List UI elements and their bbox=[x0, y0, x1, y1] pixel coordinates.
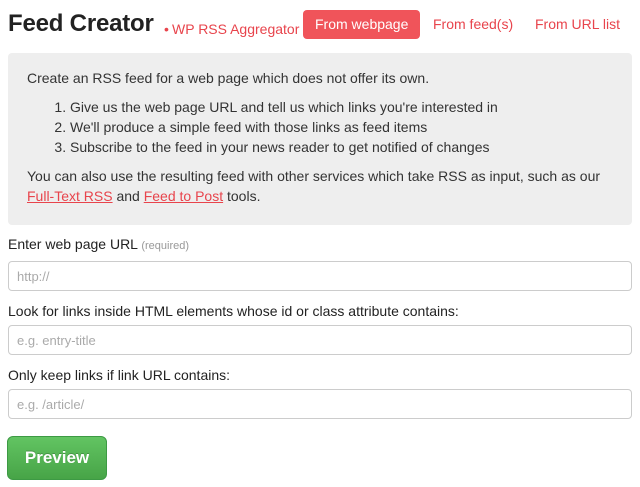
wp-rss-aggregator-link[interactable]: WP RSS Aggregator bbox=[172, 21, 299, 37]
full-text-rss-link[interactable]: Full-Text RSS bbox=[27, 188, 113, 204]
steps-list: Give us the web page URL and tell us whi… bbox=[27, 97, 612, 157]
url-field-label: Enter web page URL (required) bbox=[8, 236, 189, 252]
list-item: Subscribe to the feed in your news reade… bbox=[70, 137, 612, 157]
feed-creator-page: Feed Creator • WP RSS Aggregator From we… bbox=[0, 0, 640, 487]
feed-to-post-link[interactable]: Feed to Post bbox=[144, 188, 223, 204]
required-hint: (required) bbox=[141, 240, 190, 252]
intro-also-suffix: tools. bbox=[227, 188, 261, 204]
intro-also-and: and bbox=[116, 188, 140, 204]
intro-also: You can also use the resulting feed with… bbox=[27, 166, 612, 206]
intro-also-prefix: You can also use the resulting feed with… bbox=[27, 168, 601, 184]
preview-button[interactable]: Preview bbox=[7, 436, 107, 480]
url-label-text: Enter web page URL bbox=[8, 236, 138, 252]
url-contains-input[interactable] bbox=[8, 389, 632, 419]
tab-from-url-list[interactable]: From URL list bbox=[535, 10, 620, 39]
list-item: We'll produce a simple feed with those l… bbox=[70, 117, 612, 137]
tab-from-feeds[interactable]: From feed(s) bbox=[433, 10, 513, 39]
title-separator: • bbox=[164, 21, 169, 37]
elements-input[interactable] bbox=[8, 325, 632, 355]
intro-lead: Create an RSS feed for a web page which … bbox=[27, 70, 430, 86]
header: Feed Creator • WP RSS Aggregator From we… bbox=[8, 8, 632, 44]
contains-field-label: Only keep links if link URL contains: bbox=[8, 367, 231, 383]
intro-panel: Create an RSS feed for a web page which … bbox=[8, 53, 632, 225]
list-item: Give us the web page URL and tell us whi… bbox=[70, 97, 612, 117]
tab-from-webpage[interactable]: From webpage bbox=[303, 10, 421, 39]
page-title: Feed Creator bbox=[8, 10, 154, 37]
elements-field-label: Look for links inside HTML elements whos… bbox=[8, 303, 459, 319]
url-input[interactable] bbox=[8, 261, 632, 291]
